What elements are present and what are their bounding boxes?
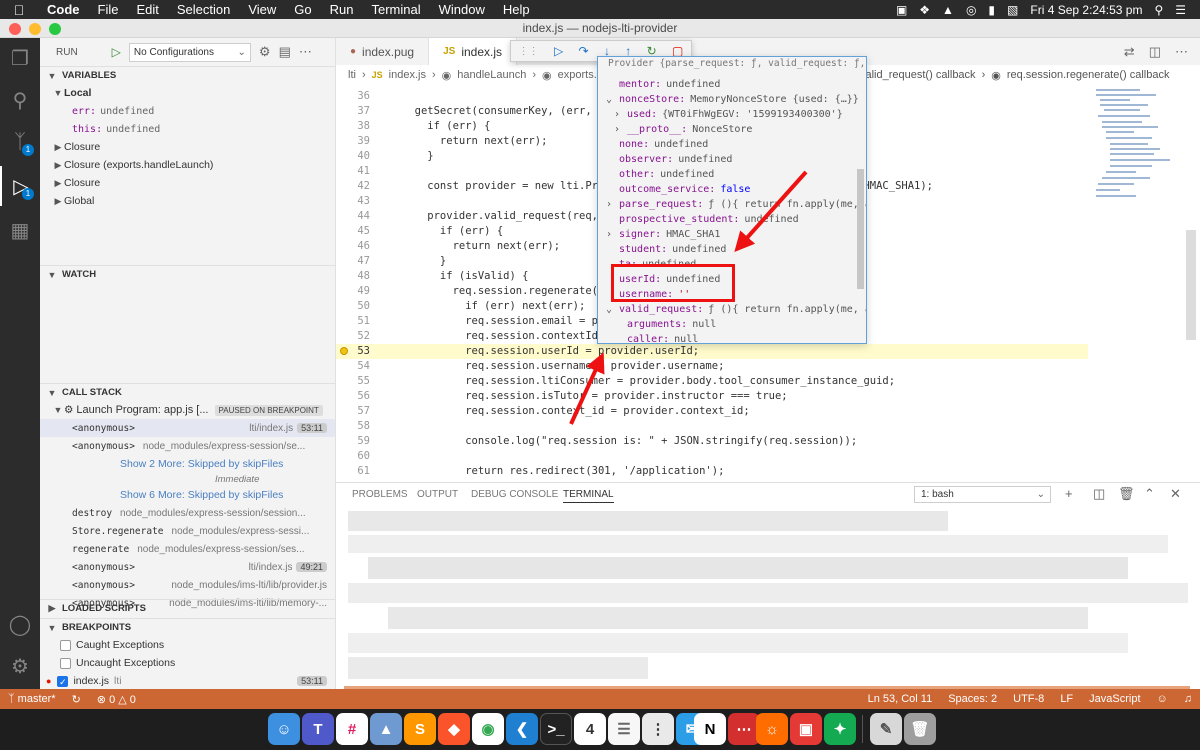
annotation-arrows [569, 170, 808, 425]
annotation-arrow-to-code [569, 352, 605, 425]
annotation-arrow-to-box [734, 170, 808, 252]
